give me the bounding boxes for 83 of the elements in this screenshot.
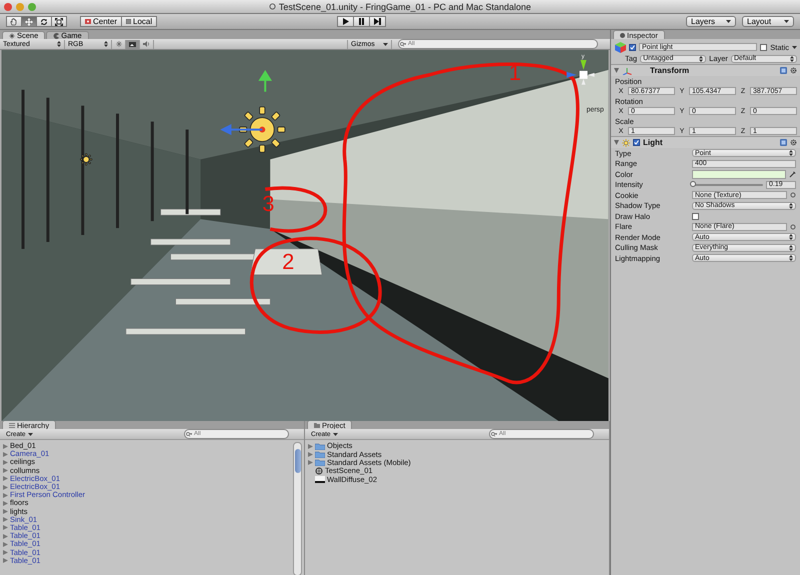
component-title: Light [643,138,663,147]
image-toggle[interactable] [126,40,140,48]
pivot-button[interactable]: Local [121,16,158,27]
pivot-center-icon [85,19,91,24]
eyedropper-icon[interactable] [789,170,796,178]
dropdown-arrows-icon [699,56,704,62]
slider-track[interactable] [692,184,763,186]
layers-dropdown[interactable]: Layers [686,16,736,27]
tool-button[interactable] [6,16,22,27]
gear-icon[interactable] [790,139,797,146]
step-icon [374,18,382,25]
slider-thumb[interactable] [690,180,696,187]
caret-icon [726,20,732,23]
rotate-arrows-icon [40,18,48,26]
target-circle-icon[interactable] [790,192,796,198]
zoom-window-button[interactable] [28,2,36,10]
tool-button[interactable] [36,16,52,27]
scrollbar[interactable] [293,442,302,575]
sun-icon [9,32,15,38]
move-arrows-icon [25,18,33,26]
sun-icon[interactable] [239,106,286,153]
play-button[interactable] [337,16,354,27]
checkbox[interactable] [629,44,636,50]
move-gizmo-icon[interactable] [220,70,272,135]
annotation-number: 2 [282,248,294,274]
dropdown-arrows-icon [789,255,793,262]
collapse-triangle-icon[interactable] [614,140,619,145]
pivot-button[interactable]: Center [80,16,122,27]
dropdown-arrows-icon [104,41,108,47]
info-icon [620,32,625,38]
target-circle-icon[interactable] [790,224,796,230]
layout-dropdown[interactable]: Layout [742,16,794,27]
search-icon [186,432,192,436]
collapse-triangle-icon[interactable] [614,68,619,73]
search-icon [491,432,497,436]
tool-button[interactable] [51,16,67,27]
unity-file-icon [268,3,276,10]
hand-icon [10,18,18,26]
list-icon [9,422,15,428]
caret-icon [792,46,797,48]
sun-icon [622,138,630,146]
annotation-loop [265,186,328,233]
dropdown-arrows-icon [789,234,793,240]
image-icon [129,42,136,46]
dropdown-arrows-icon [789,150,793,156]
dropdown-arrows-icon [57,41,61,47]
dropdown-arrows-icon [789,202,793,209]
cube-icon [126,19,132,24]
checkbox[interactable] [692,212,699,220]
checkbox[interactable] [760,44,768,50]
step-button[interactable] [369,16,386,27]
book-icon[interactable] [780,139,787,146]
book-icon[interactable] [780,67,787,74]
material-swatch-icon [315,476,325,484]
sun-icon[interactable] [80,153,92,166]
scale-icon [55,18,63,26]
checkbox[interactable] [633,139,640,146]
annotation-number: 3 [262,191,274,216]
caret-icon [332,432,338,436]
gear-icon[interactable] [790,67,797,74]
caret-icon [383,42,388,46]
component-title: Transform [650,66,690,75]
check-icon [630,44,635,50]
search-icon [400,42,406,46]
dropdown-arrows-icon [790,56,794,62]
pause-button[interactable] [353,16,370,27]
axes-icon [622,66,632,74]
color-field[interactable] [692,170,786,179]
pause-icon [358,18,366,25]
close-window-button[interactable] [4,2,12,10]
sun-icon [116,41,122,47]
caret-icon [28,432,33,436]
audio-toggle[interactable] [140,40,154,48]
pacman-icon [53,32,60,38]
unity-scene-icon [315,467,323,476]
window-title: TestScene_01.unity - FringGame_01 - PC and Mac Standalone [278,2,532,12]
dropdown-arrows-icon [789,244,793,251]
speaker-icon [143,41,150,47]
scene-orientation-gizmo-icon[interactable] [566,60,594,85]
check-icon [634,140,639,145]
cube-icon [615,42,626,52]
play-icon [342,18,350,25]
caret-icon [784,20,790,23]
